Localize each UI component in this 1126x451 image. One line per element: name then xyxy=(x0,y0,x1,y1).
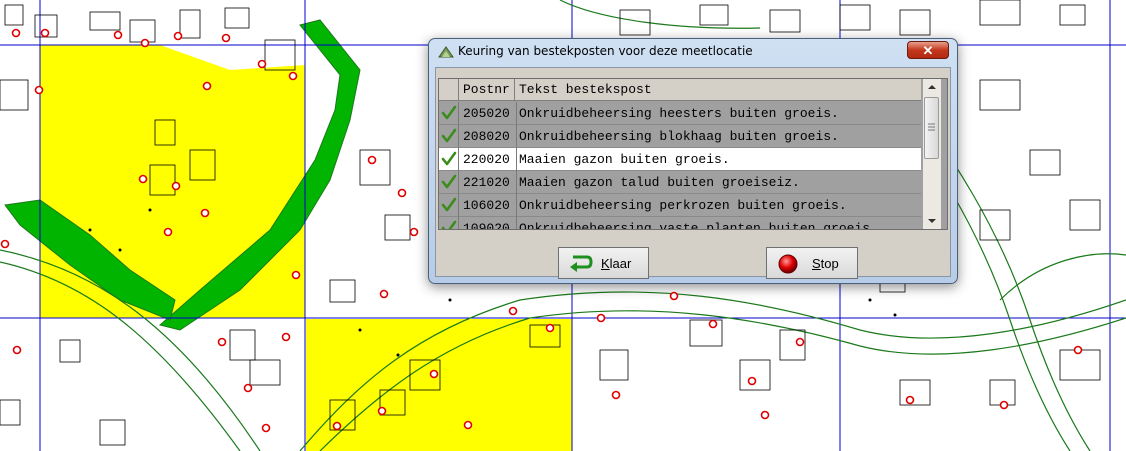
postnr-cell: 109020 xyxy=(463,221,510,230)
header-postnr[interactable]: Postnr xyxy=(459,79,515,100)
red-circle-icon xyxy=(778,254,798,274)
scroll-up-icon[interactable] xyxy=(923,79,941,95)
grip-icon xyxy=(928,123,935,131)
table-row[interactable]: 106020 Onkruidbeheersing perkrozen buiten… xyxy=(439,194,921,217)
column-divider xyxy=(458,217,459,229)
dialog-title: Keuring van bestekposten voor deze meetl… xyxy=(458,44,753,58)
vertical-scrollbar[interactable] xyxy=(923,79,941,229)
map-yellow-area xyxy=(306,319,572,451)
close-icon: ✕ xyxy=(922,43,934,58)
column-divider xyxy=(516,102,517,125)
tekst-cell: Maaien gazon talud buiten groeiseiz. xyxy=(519,175,800,190)
postnr-cell: 220020 xyxy=(463,152,510,167)
table-row[interactable]: 208020 Onkruidbeheersing blokhaag buiten … xyxy=(439,125,921,148)
scroll-down-icon[interactable] xyxy=(923,213,941,229)
grid-rows: 205020 Onkruidbeheersing heesters buiten … xyxy=(439,102,921,230)
stop-button[interactable]: Stop xyxy=(766,247,858,279)
dialog-client: Postnr Tekst bestekspost 205020 Onkruidbe… xyxy=(435,67,951,279)
column-divider xyxy=(458,171,459,194)
check-icon[interactable] xyxy=(441,128,457,144)
check-icon[interactable] xyxy=(441,197,457,213)
table-row[interactable]: 109020 Onkruidbeheersing vaste planten bu… xyxy=(439,217,921,230)
tekst-cell: Onkruidbeheersing perkrozen buiten groei… xyxy=(519,198,847,213)
klaar-button[interactable]: Klaar xyxy=(558,247,649,279)
check-icon[interactable] xyxy=(441,105,457,121)
tekst-cell: Onkruidbeheersing vaste planten buiten g… xyxy=(519,221,878,230)
grid-header: Postnr Tekst bestekspost xyxy=(439,79,921,101)
postnr-cell: 106020 xyxy=(463,198,510,213)
column-divider xyxy=(458,194,459,217)
keuring-dialog: Keuring van bestekposten voor deze meetl… xyxy=(428,38,958,284)
table-row[interactable]: 205020 Onkruidbeheersing heesters buiten … xyxy=(439,102,921,125)
green-return-arrow-icon xyxy=(570,255,593,272)
app-icon xyxy=(438,46,454,58)
dialog-titlebar[interactable]: Keuring van bestekposten voor deze meetl… xyxy=(429,39,957,65)
column-divider xyxy=(516,217,517,229)
header-tekst[interactable]: Tekst bestekspost xyxy=(517,79,921,100)
stop-label: Stop xyxy=(812,256,839,271)
close-button[interactable]: ✕ xyxy=(907,41,949,59)
tekst-cell: Maaien gazon buiten groeis. xyxy=(519,152,730,167)
tekst-cell: Onkruidbeheersing blokhaag buiten groeis… xyxy=(519,129,839,144)
column-divider xyxy=(458,102,459,125)
bestekposten-grid[interactable]: Postnr Tekst bestekspost 205020 Onkruidbe… xyxy=(438,78,948,230)
klaar-label: Klaar xyxy=(601,256,632,271)
column-divider xyxy=(516,194,517,217)
check-icon[interactable] xyxy=(441,151,457,167)
check-icon[interactable] xyxy=(441,220,457,230)
header-check-column xyxy=(439,79,459,100)
postnr-cell: 208020 xyxy=(463,129,510,144)
column-divider xyxy=(516,148,517,171)
check-icon[interactable] xyxy=(441,174,457,190)
postnr-cell: 221020 xyxy=(463,175,510,190)
column-divider xyxy=(458,148,459,171)
column-divider xyxy=(516,125,517,148)
table-row[interactable]: 220020 Maaien gazon buiten groeis. xyxy=(439,148,921,171)
column-divider xyxy=(516,171,517,194)
tekst-cell: Onkruidbeheersing heesters buiten groeis… xyxy=(519,106,839,121)
postnr-cell: 205020 xyxy=(463,106,510,121)
table-row[interactable]: 221020 Maaien gazon talud buiten groeisei… xyxy=(439,171,921,194)
scroll-thumb[interactable] xyxy=(924,97,939,159)
column-divider xyxy=(458,125,459,148)
